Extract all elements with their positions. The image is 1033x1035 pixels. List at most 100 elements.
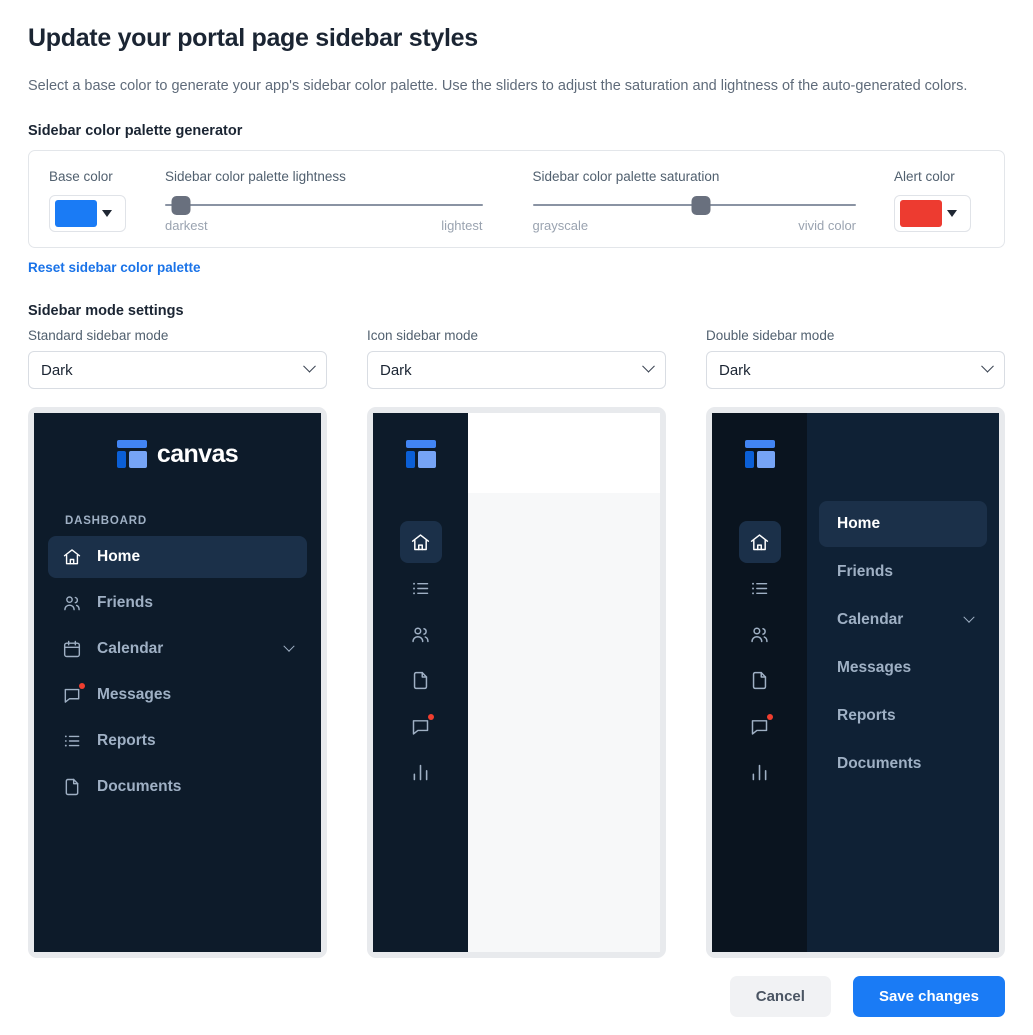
double-sidebar-preview: Home Friends Calendar Messages Reports D… <box>706 407 1005 959</box>
alert-color-swatch <box>900 200 943 228</box>
lightness-min-label: darkest <box>165 218 208 234</box>
chevron-down-icon <box>642 359 655 373</box>
lightness-slider-group: Sidebar color palette lightness darkest … <box>165 169 511 233</box>
nav-item-friends[interactable]: Friends <box>48 582 307 624</box>
double-rail-analytics[interactable] <box>739 751 781 793</box>
home-icon <box>62 547 82 567</box>
double-rail-messages[interactable] <box>739 705 781 747</box>
save-changes-button[interactable]: Save changes <box>852 976 1005 1017</box>
icon-mode-value: Dark <box>380 361 412 379</box>
message-icon <box>410 713 434 737</box>
double-nav-friends[interactable]: Friends <box>819 549 987 595</box>
base-color-label: Base color <box>49 169 113 185</box>
icon-nav-reports[interactable] <box>400 567 442 609</box>
nav-item-label: Reports <box>837 707 896 725</box>
double-nav-calendar[interactable]: Calendar <box>819 597 987 643</box>
nav-item-label: Home <box>837 515 881 533</box>
palette-section-heading: Sidebar color palette generator <box>28 123 243 140</box>
standard-mode-label: Standard sidebar mode <box>28 328 169 344</box>
double-nav-home[interactable]: Home <box>819 501 987 548</box>
saturation-slider-group: Sidebar color palette saturation graysca… <box>532 169 885 233</box>
saturation-label: Sidebar color palette saturation <box>532 169 720 185</box>
dialog-footer: Cancel Save changes <box>729 976 1005 1017</box>
double-sidebar-rail <box>712 413 807 953</box>
sidebar-mode-selectors: Standard sidebar mode Dark Icon sidebar … <box>28 328 1005 390</box>
page-description: Select a base color to generate your app… <box>28 78 968 94</box>
saturation-slider-thumb[interactable] <box>691 196 711 216</box>
nav-item-reports[interactable]: Reports <box>48 720 307 762</box>
double-nav-documents[interactable]: Documents <box>819 741 987 787</box>
lightness-slider[interactable] <box>165 195 483 216</box>
unread-badge-dot <box>79 683 85 690</box>
lightness-max-label: lightest <box>441 218 483 234</box>
document-icon <box>410 670 431 691</box>
double-rail-reports[interactable] <box>739 567 781 609</box>
unread-badge-dot <box>767 713 773 720</box>
home-icon <box>410 532 431 553</box>
alert-color-label: Alert color <box>894 169 955 185</box>
icon-mode-field: Icon sidebar mode Dark <box>367 328 666 390</box>
standard-mode-value: Dark <box>41 361 73 379</box>
page-title: Update your portal page sidebar styles <box>28 24 478 52</box>
nav-item-label: Documents <box>837 755 922 773</box>
sidebar-previews: canvas DASHBOARD Home Friends Calendar M… <box>28 407 1005 959</box>
content-body <box>468 493 660 953</box>
nav-item-label: Reports <box>97 732 156 750</box>
double-nav-messages[interactable]: Messages <box>819 645 987 691</box>
base-color-swatch <box>55 200 97 228</box>
double-mode-field: Double sidebar mode Dark <box>706 328 1005 390</box>
logo-wordmark: canvas <box>156 439 239 468</box>
nav-item-label: Messages <box>97 686 172 704</box>
nav-item-documents[interactable]: Documents <box>48 766 307 808</box>
base-color-picker[interactable] <box>49 195 126 233</box>
double-rail-home[interactable] <box>738 521 781 564</box>
users-icon <box>749 624 770 645</box>
users-icon <box>62 593 82 613</box>
document-icon <box>749 670 770 691</box>
palette-generator-card: Base color Sidebar color palette lightne… <box>28 150 1005 249</box>
lightness-slider-thumb[interactable] <box>171 196 191 216</box>
nav-item-messages[interactable]: Messages <box>48 674 307 716</box>
sidebar-logo: canvas <box>48 439 307 469</box>
message-icon <box>62 683 85 705</box>
icon-nav-home[interactable] <box>399 521 442 564</box>
double-sidebar-panel: Home Friends Calendar Messages Reports D… <box>807 413 999 953</box>
standard-mode-select[interactable]: Dark <box>28 351 327 390</box>
nav-item-home[interactable]: Home <box>48 536 307 579</box>
reset-palette-link[interactable]: Reset sidebar color palette <box>28 260 201 275</box>
icon-nav-documents[interactable] <box>400 659 442 701</box>
icon-nav-messages[interactable] <box>400 705 442 747</box>
saturation-min-label: grayscale <box>532 218 589 234</box>
chevron-down-icon <box>303 359 316 373</box>
home-icon <box>749 532 770 553</box>
settings-page: Update your portal page sidebar styles S… <box>0 0 1033 1035</box>
double-rail-documents[interactable] <box>739 659 781 701</box>
icon-nav-analytics[interactable] <box>400 751 442 793</box>
double-rail-friends[interactable] <box>739 613 781 655</box>
list-icon <box>410 578 431 599</box>
nav-item-label: Home <box>97 548 141 566</box>
document-icon <box>62 777 82 797</box>
lightness-slider-endpoints: darkest lightest <box>165 218 483 233</box>
saturation-slider[interactable] <box>532 195 857 216</box>
cancel-button[interactable]: Cancel <box>729 976 831 1017</box>
list-icon <box>62 731 82 751</box>
lightness-label: Sidebar color palette lightness <box>165 169 346 185</box>
saturation-slider-endpoints: grayscale vivid color <box>533 218 857 233</box>
standard-sidebar: canvas DASHBOARD Home Friends Calendar M… <box>34 413 321 952</box>
nav-item-label: Friends <box>837 563 893 581</box>
icon-nav-friends[interactable] <box>400 613 442 655</box>
sidebar-section-title: DASHBOARD <box>65 515 147 528</box>
double-mode-select[interactable]: Dark <box>706 351 1005 390</box>
chevron-down-icon[interactable] <box>963 611 975 624</box>
chevron-down-icon <box>102 210 112 218</box>
icon-sidebar-rail <box>373 413 468 953</box>
icon-mode-select[interactable]: Dark <box>367 351 666 390</box>
nav-item-calendar[interactable]: Calendar <box>48 628 307 670</box>
alert-color-picker[interactable] <box>894 195 972 233</box>
canvas-logo-icon <box>116 439 147 469</box>
lightness-slider-track[interactable] <box>165 204 483 207</box>
chevron-down-icon[interactable] <box>283 640 295 653</box>
double-nav-reports[interactable]: Reports <box>819 693 987 739</box>
alert-color-group: Alert color <box>894 169 984 233</box>
